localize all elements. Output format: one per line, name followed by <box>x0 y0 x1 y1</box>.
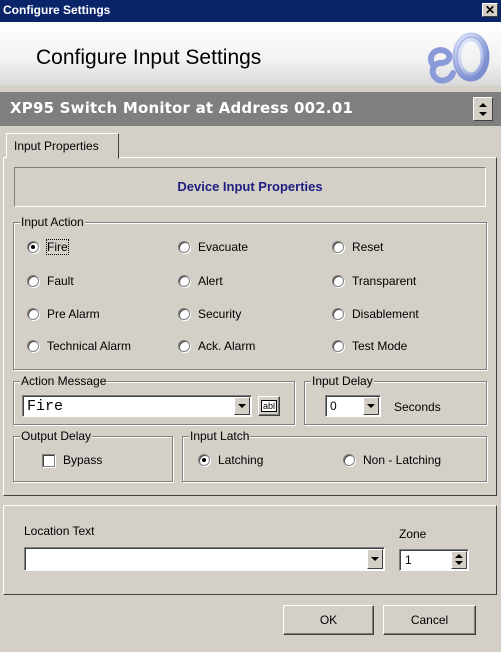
device-spinner[interactable] <box>473 97 493 121</box>
radio-dot[interactable] <box>178 275 190 287</box>
logo-icon <box>427 32 490 84</box>
input-latch-label: Input Latch <box>189 429 251 443</box>
zone-spinner-buttons[interactable] <box>451 551 467 569</box>
dropdown-arrow-icon <box>367 404 375 408</box>
spinner-down-icon[interactable] <box>479 112 487 116</box>
ok-label: OK <box>319 613 338 627</box>
output-delay-group: Output Delay Bypass <box>13 429 173 482</box>
input-delay-combo[interactable]: 0 <box>325 395 381 417</box>
radio-label: Disablement <box>352 307 419 321</box>
title-bar: Configure Settings ✕ <box>0 0 501 22</box>
input-action-group: Input Action Fire Evacuate Reset Fault A… <box>13 215 487 370</box>
spinner-up-icon[interactable] <box>479 103 487 107</box>
radio-ack-alarm[interactable]: Ack. Alarm <box>178 339 255 353</box>
radio-pre-alarm[interactable]: Pre Alarm <box>27 307 100 321</box>
radio-label: Fault <box>47 274 74 288</box>
radio-dot[interactable] <box>178 340 190 352</box>
radio-fire[interactable]: Fire <box>27 239 69 255</box>
radio-label: Reset <box>352 240 384 254</box>
radio-transparent[interactable]: Transparent <box>332 274 416 288</box>
input-delay-value: 0 <box>330 399 337 413</box>
close-button[interactable]: ✕ <box>482 3 498 17</box>
input-delay-dropdown-button[interactable] <box>363 397 379 415</box>
radio-dot[interactable] <box>332 275 344 287</box>
radio-technical-alarm[interactable]: Technical Alarm <box>27 339 131 353</box>
radio-dot[interactable] <box>332 340 344 352</box>
dropdown-arrow-icon <box>371 557 379 561</box>
radio-label: Security <box>198 307 242 321</box>
location-text-combo[interactable] <box>24 547 385 571</box>
bypass-checkbox[interactable]: Bypass <box>42 453 102 467</box>
radio-label: Ack. Alarm <box>198 339 256 353</box>
output-delay-label: Output Delay <box>20 429 93 443</box>
radio-fault[interactable]: Fault <box>27 274 74 288</box>
radio-dot[interactable] <box>178 308 190 320</box>
bypass-label: Bypass <box>63 453 103 467</box>
close-icon: ✕ <box>484 3 496 17</box>
radio-dot[interactable] <box>27 340 39 352</box>
window-title: Configure Settings <box>3 3 111 17</box>
input-delay-label: Input Delay <box>311 374 374 388</box>
radio-label: Technical Alarm <box>47 339 132 353</box>
radio-security[interactable]: Security <box>178 307 241 321</box>
radio-non-latching[interactable]: Non - Latching <box>343 453 441 467</box>
latching-label: Latching <box>218 453 264 467</box>
action-message-dropdown-button[interactable] <box>234 397 250 415</box>
radio-alert[interactable]: Alert <box>178 274 223 288</box>
radio-dot[interactable] <box>332 308 344 320</box>
action-message-label: Action Message <box>20 374 108 388</box>
action-message-value: Fire <box>27 398 64 415</box>
zone-value: 1 <box>405 553 412 567</box>
action-message-group: Action Message Fire abl <box>13 374 295 425</box>
radio-label: Transparent <box>352 274 417 288</box>
radio-dot[interactable] <box>178 241 190 253</box>
page-title: Configure Input Settings <box>36 46 262 69</box>
radio-dot[interactable] <box>27 308 39 320</box>
radio-dot[interactable] <box>27 241 39 253</box>
radio-disablement[interactable]: Disablement <box>332 307 419 321</box>
radio-dot[interactable] <box>198 454 210 466</box>
radio-label: Pre Alarm <box>47 307 100 321</box>
input-delay-group: Input Delay 0 Seconds <box>304 374 487 425</box>
zone-spinner-field[interactable]: 1 <box>399 549 469 571</box>
dropdown-arrow-icon <box>238 404 246 408</box>
spinner-down-icon[interactable] <box>455 561 463 565</box>
non-latching-label: Non - Latching <box>363 453 442 467</box>
input-action-label: Input Action <box>20 215 85 229</box>
action-message-combo[interactable]: Fire <box>22 395 252 417</box>
radio-dot[interactable] <box>332 241 344 253</box>
tab-label: Input Properties <box>14 139 99 153</box>
cancel-button[interactable]: Cancel <box>383 605 476 635</box>
checkbox-box[interactable] <box>42 453 55 467</box>
radio-dot[interactable] <box>27 275 39 287</box>
radio-dot[interactable] <box>343 454 355 466</box>
edit-message-label: abl <box>260 400 277 412</box>
edit-message-button[interactable]: abl <box>258 396 280 416</box>
location-dropdown-button[interactable] <box>367 549 383 569</box>
spinner-up-icon[interactable] <box>455 554 463 558</box>
cancel-label: Cancel <box>410 613 449 627</box>
input-latch-group: Input Latch Latching Non - Latching <box>182 429 487 482</box>
panel-heading-box: Device Input Properties <box>14 167 486 207</box>
radio-label: Test Mode <box>352 339 408 353</box>
location-text-label: Location Text <box>24 524 95 538</box>
ok-button[interactable]: OK <box>283 605 374 635</box>
radio-label: Evacuate <box>198 240 249 254</box>
panel-heading: Device Input Properties <box>177 179 323 194</box>
radio-test-mode[interactable]: Test Mode <box>332 339 407 353</box>
tab-input-properties[interactable]: Input Properties <box>6 133 119 159</box>
radio-evacuate[interactable]: Evacuate <box>178 240 248 254</box>
radio-latching[interactable]: Latching <box>198 453 263 467</box>
zone-label: Zone <box>399 527 427 541</box>
device-selector[interactable]: XP95 Switch Monitor at Address 002.01 <box>0 92 501 126</box>
device-name: XP95 Switch Monitor at Address 002.01 <box>10 99 354 117</box>
radio-reset[interactable]: Reset <box>332 240 383 254</box>
radio-label: Alert <box>198 274 223 288</box>
header-banner: Configure Input Settings <box>0 22 501 86</box>
input-delay-unit: Seconds <box>394 400 441 414</box>
